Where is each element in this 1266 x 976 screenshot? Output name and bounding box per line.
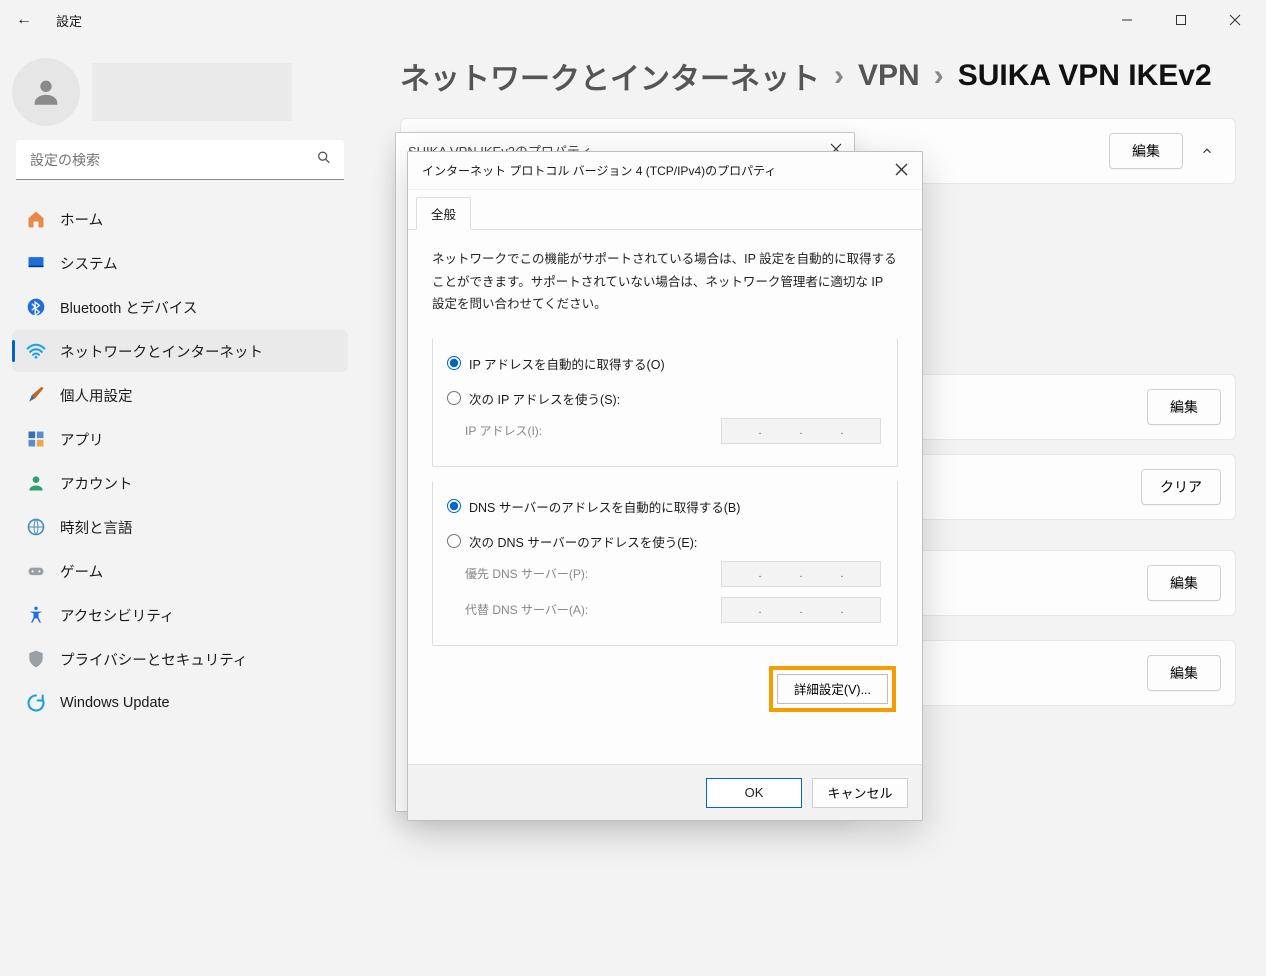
home-icon — [26, 209, 46, 229]
brush-icon — [26, 385, 46, 405]
chevron-right-icon: › — [934, 59, 944, 93]
sidebar: ホーム システム Bluetooth とデバイス ネットワークとインターネット … — [0, 40, 360, 742]
search-box[interactable] — [16, 140, 344, 180]
nav-accounts[interactable]: アカウント — [12, 462, 348, 504]
highlight-box: 詳細設定(V)... — [769, 666, 896, 712]
account-icon — [26, 473, 46, 493]
dialog-footer: OK キャンセル — [408, 764, 922, 820]
radio-input[interactable] — [447, 534, 461, 548]
user-name-block — [92, 63, 292, 121]
accessibility-icon — [26, 605, 46, 625]
ip-address-row: IP アドレス(I): ... — [445, 416, 885, 452]
nav-label: ネットワークとインターネット — [60, 341, 263, 362]
radio-label: 次の DNS サーバーのアドレスを使う(E): — [469, 532, 697, 551]
close-button[interactable] — [1212, 4, 1258, 36]
edit-button[interactable]: 編集 — [1109, 133, 1183, 169]
nav-label: アクセシビリティ — [60, 605, 174, 626]
breadcrumb: ネットワークとインターネット › VPN › SUIKA VPN IKEv2 — [400, 54, 1236, 98]
breadcrumb-current: SUIKA VPN IKEv2 — [958, 59, 1212, 93]
radio-input[interactable] — [447, 356, 461, 370]
user-row[interactable] — [12, 58, 348, 126]
breadcrumb-vpn[interactable]: VPN — [858, 59, 920, 93]
search-icon — [316, 150, 332, 171]
clear-button[interactable]: クリア — [1141, 469, 1221, 505]
nav-label: ホーム — [60, 209, 103, 230]
minimize-button[interactable] — [1104, 4, 1150, 36]
nav-accessibility[interactable]: アクセシビリティ — [12, 594, 348, 636]
nav-privacy[interactable]: プライバシーとセキュリティ — [12, 638, 348, 680]
edit-button[interactable]: 編集 — [1147, 389, 1221, 425]
dns-alt-row: 代替 DNS サーバー(A): ... — [445, 595, 885, 631]
nav-apps[interactable]: アプリ — [12, 418, 348, 460]
radio-ip-auto[interactable]: IP アドレスを自動的に取得する(O) — [445, 346, 885, 381]
update-icon — [26, 693, 46, 713]
nav-gaming[interactable]: ゲーム — [12, 550, 348, 592]
radio-label: DNS サーバーのアドレスを自動的に取得する(B) — [469, 497, 740, 516]
breadcrumb-network[interactable]: ネットワークとインターネット — [400, 54, 820, 98]
nav-update[interactable]: Windows Update — [12, 682, 348, 724]
nav-label: Bluetooth とデバイス — [60, 297, 197, 318]
dns-preferred-label: 優先 DNS サーバー(P): — [465, 565, 588, 582]
edit-button[interactable]: 編集 — [1147, 565, 1221, 601]
ok-button[interactable]: OK — [706, 778, 802, 808]
bluetooth-icon — [26, 297, 46, 317]
chevron-right-icon: › — [834, 59, 844, 93]
wifi-icon — [26, 341, 46, 361]
nav-label: 個人用設定 — [60, 385, 133, 406]
radio-input[interactable] — [447, 391, 461, 405]
nav-time[interactable]: 時刻と言語 — [12, 506, 348, 548]
nav-label: 時刻と言語 — [60, 517, 133, 538]
back-button[interactable]: ← — [8, 4, 40, 36]
dns-group: DNS サーバーのアドレスを自動的に取得する(B) 次の DNS サーバーのアド… — [432, 481, 898, 646]
dns-preferred-row: 優先 DNS サーバー(P): ... — [445, 559, 885, 595]
close-icon[interactable] — [895, 163, 908, 179]
tab-strip: 全般 — [408, 190, 922, 230]
advanced-button[interactable]: 詳細設定(V)... — [777, 674, 888, 704]
nav-personalization[interactable]: 個人用設定 — [12, 374, 348, 416]
radio-ip-manual[interactable]: 次の IP アドレスを使う(S): — [445, 381, 885, 416]
nav-network[interactable]: ネットワークとインターネット — [12, 330, 348, 372]
tab-general[interactable]: 全般 — [416, 197, 471, 230]
nav-label: Windows Update — [60, 695, 170, 711]
nav-label: ゲーム — [60, 561, 103, 582]
radio-label: 次の IP アドレスを使う(S): — [469, 389, 620, 408]
chevron-up-icon[interactable] — [1193, 137, 1221, 165]
radio-dns-manual[interactable]: 次の DNS サーバーのアドレスを使う(E): — [445, 524, 885, 559]
dns-alt-input: ... — [721, 597, 881, 623]
nav-label: プライバシーとセキュリティ — [60, 649, 247, 670]
edit-button[interactable]: 編集 — [1147, 655, 1221, 691]
nav-bluetooth[interactable]: Bluetooth とデバイス — [12, 286, 348, 328]
system-icon — [26, 253, 46, 273]
ip-address-label: IP アドレス(I): — [465, 422, 542, 439]
nav-label: システム — [60, 253, 118, 274]
apps-icon — [26, 429, 46, 449]
globe-clock-icon — [26, 517, 46, 537]
dialog-description: ネットワークでこの機能がサポートされている場合は、IP 設定を自動的に取得するこ… — [432, 248, 898, 316]
radio-label: IP アドレスを自動的に取得する(O) — [469, 354, 665, 373]
titlebar: ← 設定 — [0, 0, 1266, 40]
window-title: 設定 — [56, 11, 82, 30]
ip-address-input: ... — [721, 418, 881, 444]
nav-label: アプリ — [60, 429, 104, 450]
dialog-title: インターネット プロトコル バージョン 4 (TCP/IPv4)のプロパティ — [422, 162, 776, 179]
dns-alt-label: 代替 DNS サーバー(A): — [465, 601, 588, 618]
shield-icon — [26, 649, 46, 669]
nav-list: ホーム システム Bluetooth とデバイス ネットワークとインターネット … — [12, 198, 348, 724]
gamepad-icon — [26, 561, 46, 581]
cancel-button[interactable]: キャンセル — [812, 778, 908, 808]
nav-system[interactable]: システム — [12, 242, 348, 284]
maximize-button[interactable] — [1158, 4, 1204, 36]
dns-preferred-input: ... — [721, 561, 881, 587]
avatar — [12, 58, 80, 126]
ipv4-properties-dialog: インターネット プロトコル バージョン 4 (TCP/IPv4)のプロパティ 全… — [407, 151, 923, 821]
radio-dns-auto[interactable]: DNS サーバーのアドレスを自動的に取得する(B) — [445, 489, 885, 524]
nav-label: アカウント — [60, 473, 133, 494]
search-input[interactable] — [16, 140, 344, 180]
ip-group: IP アドレスを自動的に取得する(O) 次の IP アドレスを使う(S): IP… — [432, 338, 898, 467]
radio-input[interactable] — [447, 499, 461, 513]
nav-home[interactable]: ホーム — [12, 198, 348, 240]
